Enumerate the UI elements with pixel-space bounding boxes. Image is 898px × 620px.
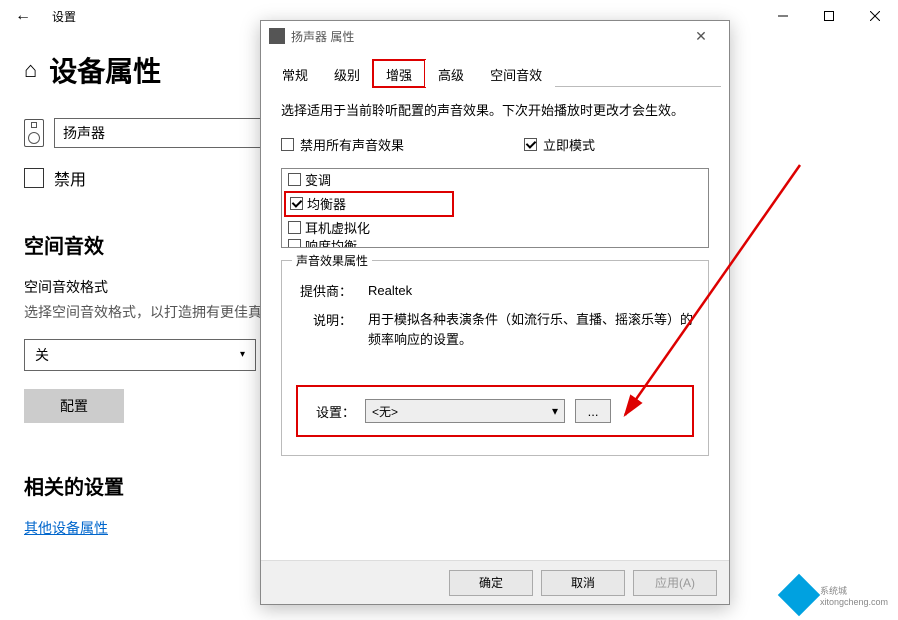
equalizer-checkbox[interactable] bbox=[290, 197, 303, 210]
eq-preset-combo[interactable]: <无> ▾ bbox=[365, 399, 565, 423]
home-icon: ⌂ bbox=[24, 57, 37, 83]
close-button[interactable] bbox=[852, 0, 898, 32]
pitch-shift-label: 变调 bbox=[305, 170, 331, 189]
eq-settings-label: 设置： bbox=[316, 402, 355, 421]
other-device-properties-link[interactable]: 其他设备属性 bbox=[24, 520, 108, 536]
tab-strip: 常规 级别 增强 高级 空间音效 bbox=[269, 59, 721, 87]
window-caption: 设置 bbox=[52, 8, 76, 25]
list-item: 变调 bbox=[288, 171, 702, 189]
effect-properties-group: 声音效果属性 提供商： Realtek 说明： 用于模拟各种表演条件（如流行乐、… bbox=[281, 260, 709, 457]
equalizer-label: 均衡器 bbox=[307, 194, 346, 213]
minimize-button[interactable] bbox=[760, 0, 806, 32]
list-item: 均衡器 bbox=[290, 195, 448, 213]
disable-checkbox[interactable] bbox=[24, 168, 44, 188]
immediate-mode-checkbox[interactable] bbox=[524, 138, 537, 151]
maximize-button[interactable] bbox=[806, 0, 852, 32]
dialog-button-row: 确定 取消 应用(A) bbox=[261, 560, 729, 604]
list-item: 耳机虚拟化 bbox=[288, 219, 702, 237]
back-button[interactable]: ← bbox=[0, 7, 46, 25]
page-title: 设备属性 bbox=[49, 50, 161, 90]
disable-label: 禁用 bbox=[54, 166, 86, 190]
speaker-icon bbox=[24, 119, 44, 147]
cancel-button[interactable]: 取消 bbox=[541, 570, 625, 596]
enhancements-listbox[interactable]: 变调 均衡器 耳机虚拟化 响度均衡 bbox=[281, 168, 709, 248]
tab-enhance[interactable]: 增强 bbox=[373, 60, 425, 87]
group-legend: 声音效果属性 bbox=[292, 252, 372, 269]
pitch-shift-checkbox[interactable] bbox=[288, 173, 301, 186]
eq-preset-value: <无> bbox=[372, 403, 398, 420]
list-item: 响度均衡 bbox=[288, 237, 702, 248]
headphone-virt-label: 耳机虚拟化 bbox=[305, 218, 370, 237]
loudness-eq-label: 响度均衡 bbox=[305, 236, 357, 248]
disable-all-effects-checkbox[interactable] bbox=[281, 138, 294, 151]
equalizer-highlight: 均衡器 bbox=[284, 191, 454, 217]
desc-value: 用于模拟各种表演条件（如流行乐、直播、摇滚乐等）的频率响应的设置。 bbox=[368, 310, 694, 349]
provider-value: Realtek bbox=[368, 281, 694, 301]
tab-spatial[interactable]: 空间音效 bbox=[477, 60, 555, 87]
tab-advanced[interactable]: 高级 bbox=[425, 60, 477, 87]
instruction-text: 选择适用于当前聆听配置的声音效果。下次开始播放时更改才会生效。 bbox=[281, 101, 709, 121]
spatial-dropdown[interactable]: 关 ▾ bbox=[24, 339, 256, 371]
device-name-input[interactable] bbox=[54, 118, 269, 148]
ok-button[interactable]: 确定 bbox=[449, 570, 533, 596]
dialog-close-button[interactable]: ✕ bbox=[681, 28, 721, 45]
watermark-icon bbox=[778, 574, 820, 616]
dialog-title: 扬声器 属性 bbox=[291, 28, 354, 45]
tab-level[interactable]: 级别 bbox=[321, 60, 373, 87]
headphone-virt-checkbox[interactable] bbox=[288, 221, 301, 234]
eq-more-button[interactable]: ... bbox=[575, 399, 611, 423]
apply-button[interactable]: 应用(A) bbox=[633, 570, 717, 596]
watermark: 系统城 xitongcheng.com bbox=[784, 580, 888, 610]
spatial-dropdown-value: 关 bbox=[35, 345, 49, 365]
speaker-small-icon bbox=[269, 28, 285, 44]
dialog-titlebar: 扬声器 属性 ✕ bbox=[261, 21, 729, 51]
provider-label: 提供商： bbox=[296, 281, 352, 301]
tab-general[interactable]: 常规 bbox=[269, 60, 321, 87]
eq-settings-highlight: 设置： <无> ▾ ... bbox=[296, 385, 694, 437]
immediate-mode-label: 立即模式 bbox=[543, 135, 595, 154]
chevron-down-icon: ▾ bbox=[552, 404, 558, 418]
configure-button[interactable]: 配置 bbox=[24, 389, 124, 423]
watermark-text: 系统城 xitongcheng.com bbox=[820, 584, 888, 607]
desc-label: 说明： bbox=[296, 310, 352, 349]
disable-all-effects-label: 禁用所有声音效果 bbox=[300, 135, 404, 154]
loudness-eq-checkbox[interactable] bbox=[288, 239, 301, 248]
chevron-down-icon: ▾ bbox=[240, 349, 245, 360]
speaker-properties-dialog: 扬声器 属性 ✕ 常规 级别 增强 高级 空间音效 选择适用于当前聆听配置的声音… bbox=[260, 20, 730, 605]
